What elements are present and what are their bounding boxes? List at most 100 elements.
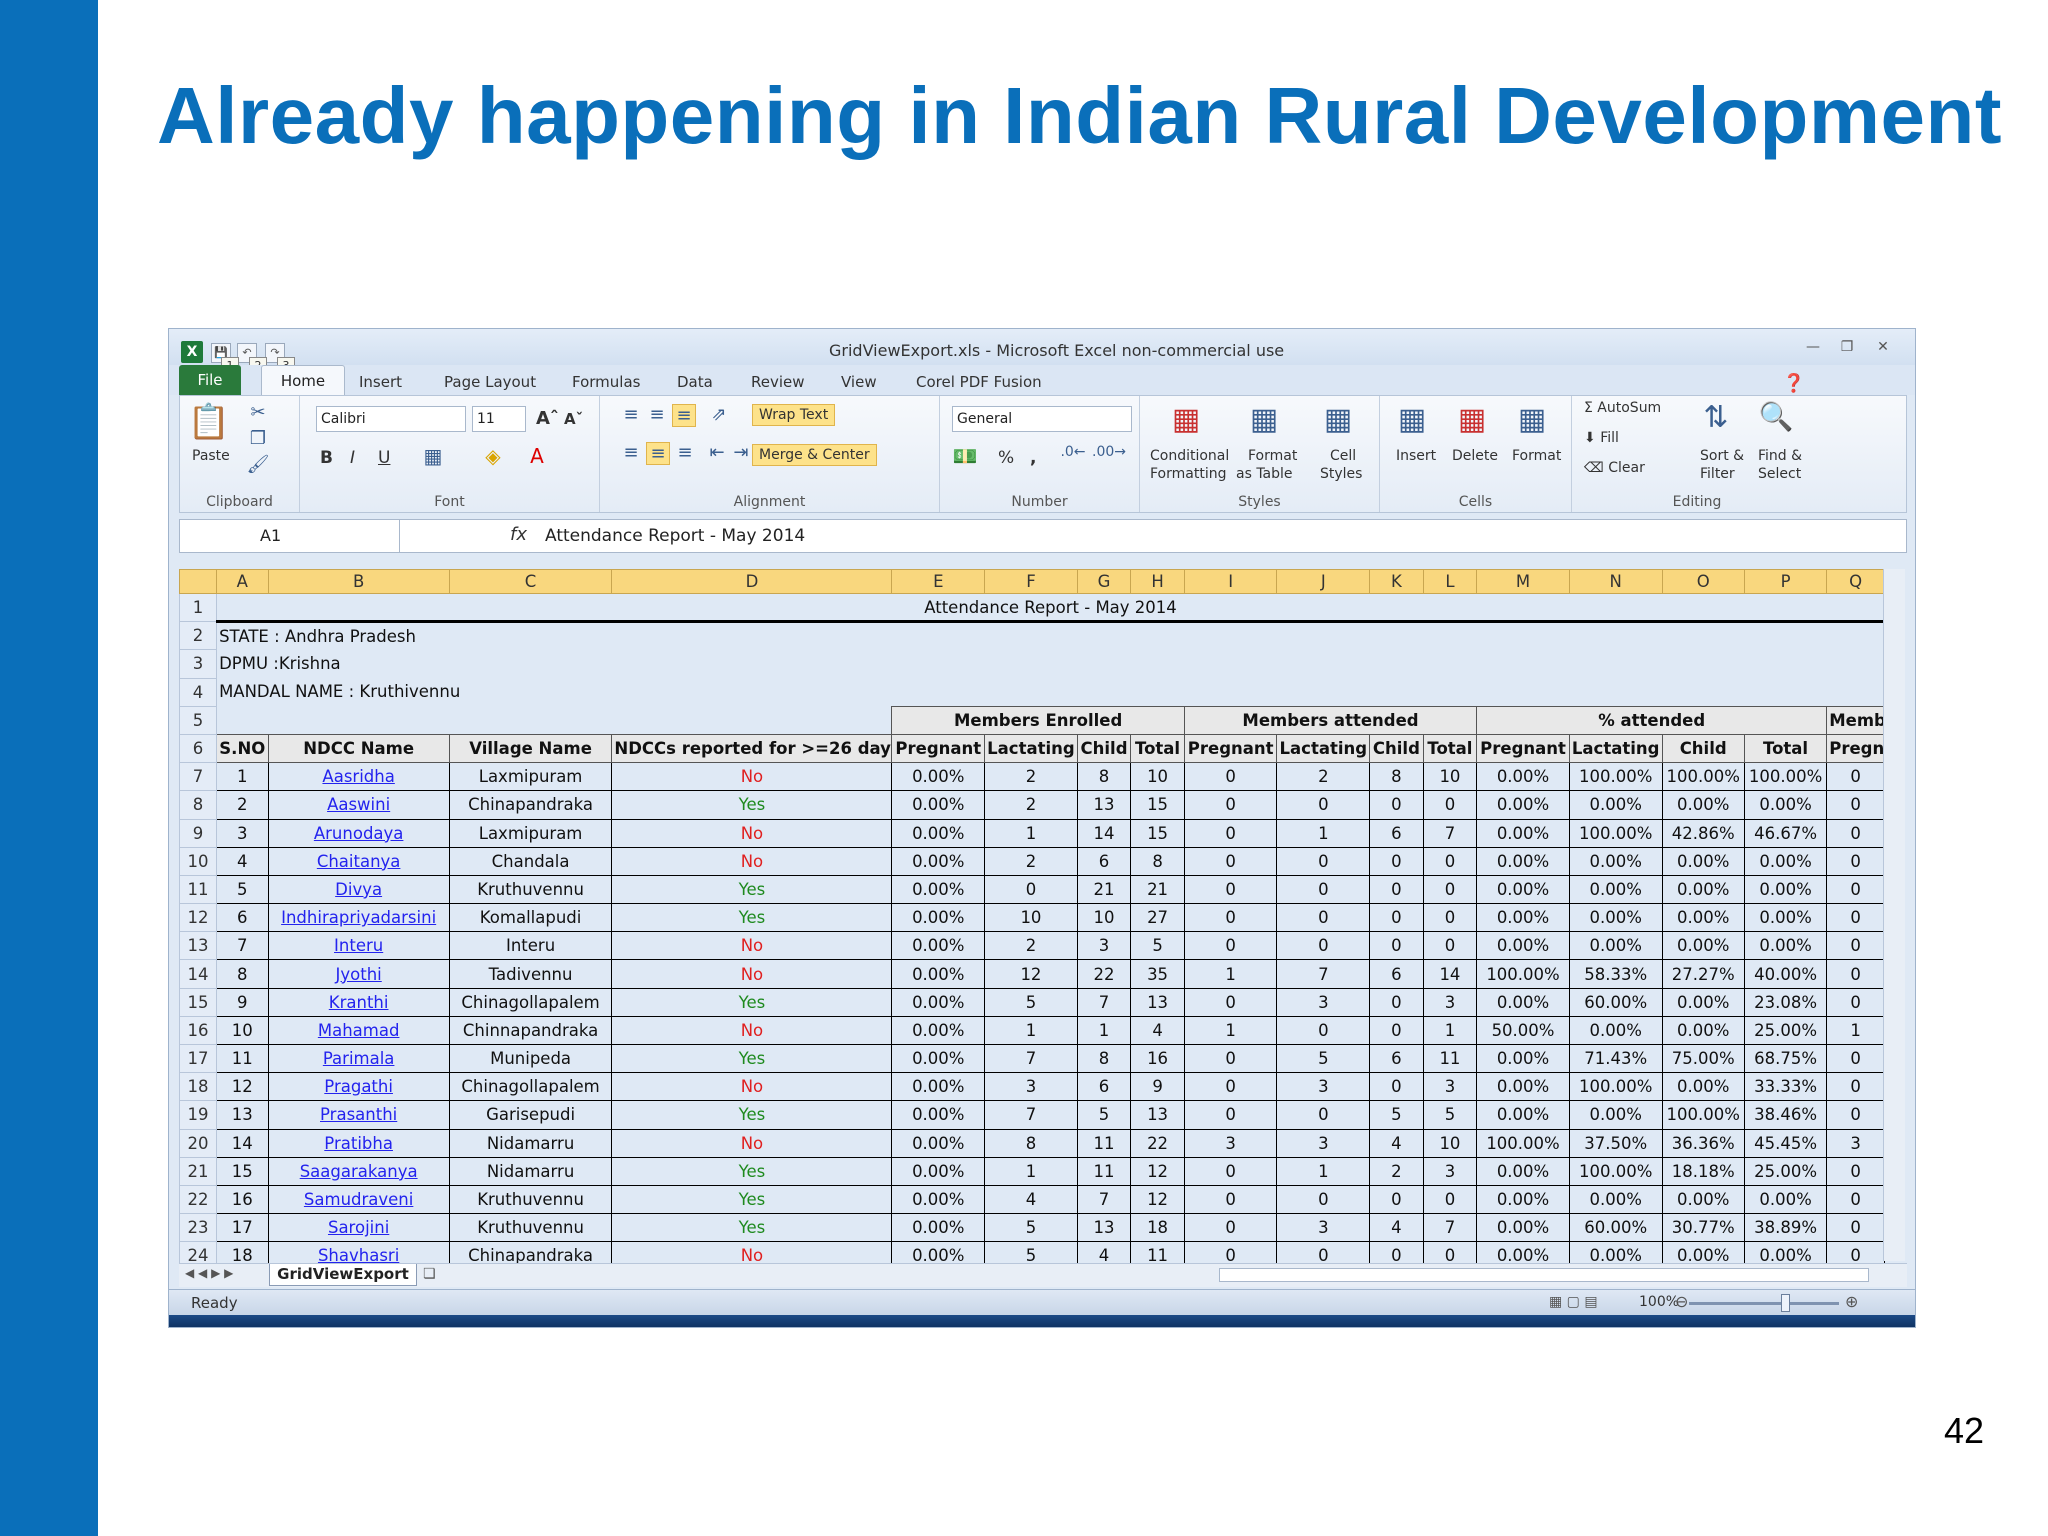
data-cell[interactable]: 0 xyxy=(1826,959,1885,989)
data-cell[interactable]: 0 xyxy=(1276,1184,1371,1215)
column-header-j[interactable]: J xyxy=(1276,569,1371,594)
data-cell[interactable]: 8 xyxy=(1076,1043,1132,1074)
font-color-icon[interactable]: A xyxy=(524,444,550,468)
data-cell[interactable]: 25.00% xyxy=(1743,1156,1828,1186)
data-cell[interactable]: 0 xyxy=(1183,1072,1278,1102)
column-header-b[interactable]: B xyxy=(267,569,450,594)
data-cell[interactable]: 6 xyxy=(1369,818,1424,848)
data-cell[interactable]: 5 xyxy=(1076,1100,1132,1130)
zoom-slider-knob[interactable] xyxy=(1781,1294,1790,1312)
shrink-font-icon[interactable]: Aˇ xyxy=(564,410,583,428)
data-cell[interactable]: 11 xyxy=(1076,1156,1132,1186)
row-header[interactable]: 19 xyxy=(178,1100,218,1130)
data-cell[interactable]: 2 xyxy=(1369,1156,1424,1186)
data-cell[interactable]: 58.33% xyxy=(1568,959,1663,989)
data-cell[interactable]: 0 xyxy=(1369,790,1424,820)
dpmu-cell[interactable]: DPMU :Krishna xyxy=(217,650,1885,678)
data-cell[interactable]: Yes xyxy=(611,903,893,933)
data-cell[interactable]: 3 xyxy=(1422,987,1478,1017)
data-cell[interactable]: No xyxy=(611,1072,893,1102)
data-cell[interactable]: 9 xyxy=(216,987,269,1017)
header-cell[interactable]: Pregnant xyxy=(891,733,986,764)
data-cell[interactable]: 12 xyxy=(1130,1184,1185,1215)
data-cell[interactable]: 0 xyxy=(1422,1184,1478,1215)
ndcc-link[interactable]: Indhirapriyadarsini xyxy=(267,903,450,933)
insert-function-button[interactable]: fx xyxy=(510,524,527,545)
data-cell[interactable]: 10 xyxy=(984,903,1078,933)
column-header-l[interactable]: L xyxy=(1422,569,1478,594)
data-cell[interactable]: 0 xyxy=(1826,1043,1885,1074)
data-cell[interactable]: 3 xyxy=(1276,1072,1371,1102)
data-cell[interactable]: 6 xyxy=(1369,1043,1424,1074)
data-cell[interactable]: Yes xyxy=(611,1184,893,1215)
close-icon[interactable]: ✕ xyxy=(1871,339,1895,357)
data-cell[interactable]: Chinnapandraka xyxy=(448,1015,613,1046)
column-header-c[interactable]: C xyxy=(448,569,613,594)
data-cell[interactable]: 27 xyxy=(1130,903,1185,933)
data-cell[interactable]: No xyxy=(611,1128,893,1158)
insert-cells-icon[interactable]: ▦ xyxy=(1392,402,1432,437)
data-cell[interactable]: 15 xyxy=(216,1156,269,1186)
row-header[interactable]: 21 xyxy=(178,1156,218,1186)
data-cell[interactable]: 0.00% xyxy=(1568,903,1663,933)
data-cell[interactable]: 0.00% xyxy=(1661,1015,1745,1046)
ndcc-link[interactable]: Kranthi xyxy=(267,987,450,1017)
vertical-scrollbar[interactable] xyxy=(1883,569,1905,1261)
data-cell[interactable]: 8 xyxy=(1076,762,1132,792)
row-header[interactable]: 9 xyxy=(178,818,218,848)
data-cell[interactable]: 7 xyxy=(1276,959,1371,989)
delete-cells-icon[interactable]: ▦ xyxy=(1452,402,1492,437)
data-cell[interactable]: 1 xyxy=(984,1015,1078,1046)
data-cell[interactable]: Yes xyxy=(611,987,893,1017)
data-cell[interactable]: 37.50% xyxy=(1568,1128,1663,1158)
data-cell[interactable]: 50.00% xyxy=(1476,1015,1570,1046)
data-cell[interactable]: Nidamarru xyxy=(448,1156,613,1186)
data-cell[interactable]: 2 xyxy=(984,790,1078,820)
tab-home[interactable]: Home xyxy=(261,365,345,395)
data-cell[interactable]: 11 xyxy=(1422,1043,1478,1074)
data-cell[interactable]: 0.00% xyxy=(1476,762,1570,792)
data-cell[interactable]: 0.00% xyxy=(891,1072,986,1102)
data-cell[interactable]: 100.00% xyxy=(1568,818,1663,848)
format-as-table-button[interactable]: Format xyxy=(1248,448,1297,464)
decrease-indent-icon[interactable]: ⇤ xyxy=(706,442,728,463)
data-cell[interactable]: 0 xyxy=(1183,1156,1278,1186)
data-cell[interactable]: 3 xyxy=(1276,1213,1371,1243)
data-cell[interactable]: 0.00% xyxy=(1743,846,1828,876)
find-select-button[interactable]: Find & xyxy=(1758,448,1802,464)
data-cell[interactable]: 1 xyxy=(1183,959,1278,989)
bold-button[interactable]: B xyxy=(320,448,333,468)
data-cell[interactable]: 3 xyxy=(1826,1128,1885,1158)
format-as-table-icon[interactable]: ▦ xyxy=(1244,402,1284,437)
data-cell[interactable]: 0 xyxy=(1183,903,1278,933)
data-cell[interactable]: 0 xyxy=(1422,931,1478,961)
data-cell[interactable]: 6 xyxy=(1076,846,1132,876)
data-cell[interactable]: 0 xyxy=(1422,846,1478,876)
data-cell[interactable]: 12 xyxy=(216,1072,269,1102)
ndcc-link[interactable]: Prasanthi xyxy=(267,1100,450,1130)
data-cell[interactable]: 0.00% xyxy=(1743,874,1828,905)
data-cell[interactable]: 13 xyxy=(1076,790,1132,820)
row-header[interactable]: 20 xyxy=(178,1128,218,1158)
data-cell[interactable]: 0.00% xyxy=(891,1015,986,1046)
ndcc-link[interactable]: Aaswini xyxy=(267,790,450,820)
data-cell[interactable]: 6 xyxy=(216,903,269,933)
data-cell[interactable]: 71.43% xyxy=(1568,1043,1663,1074)
data-cell[interactable]: 21 xyxy=(1130,874,1185,905)
data-cell[interactable]: No xyxy=(611,762,893,792)
blank-cell[interactable] xyxy=(216,706,893,735)
data-cell[interactable]: 0 xyxy=(1826,846,1885,876)
data-cell[interactable]: 9 xyxy=(1130,1072,1185,1102)
data-cell[interactable]: 7 xyxy=(216,931,269,961)
data-cell[interactable]: 0.00% xyxy=(1476,987,1570,1017)
data-cell[interactable]: 45.45% xyxy=(1743,1128,1828,1158)
help-icon[interactable]: ❓ xyxy=(1783,373,1805,394)
data-cell[interactable]: 7 xyxy=(984,1043,1078,1074)
data-cell[interactable]: 0.00% xyxy=(1476,790,1570,820)
data-cell[interactable]: 18.18% xyxy=(1661,1156,1745,1186)
data-cell[interactable]: 0.00% xyxy=(891,987,986,1017)
data-cell[interactable]: 0.00% xyxy=(1568,931,1663,961)
decrease-decimal-icon[interactable]: .00→ xyxy=(1092,444,1126,460)
format-cells-icon[interactable]: ▦ xyxy=(1512,402,1552,437)
data-cell[interactable]: 0.00% xyxy=(1661,931,1745,961)
